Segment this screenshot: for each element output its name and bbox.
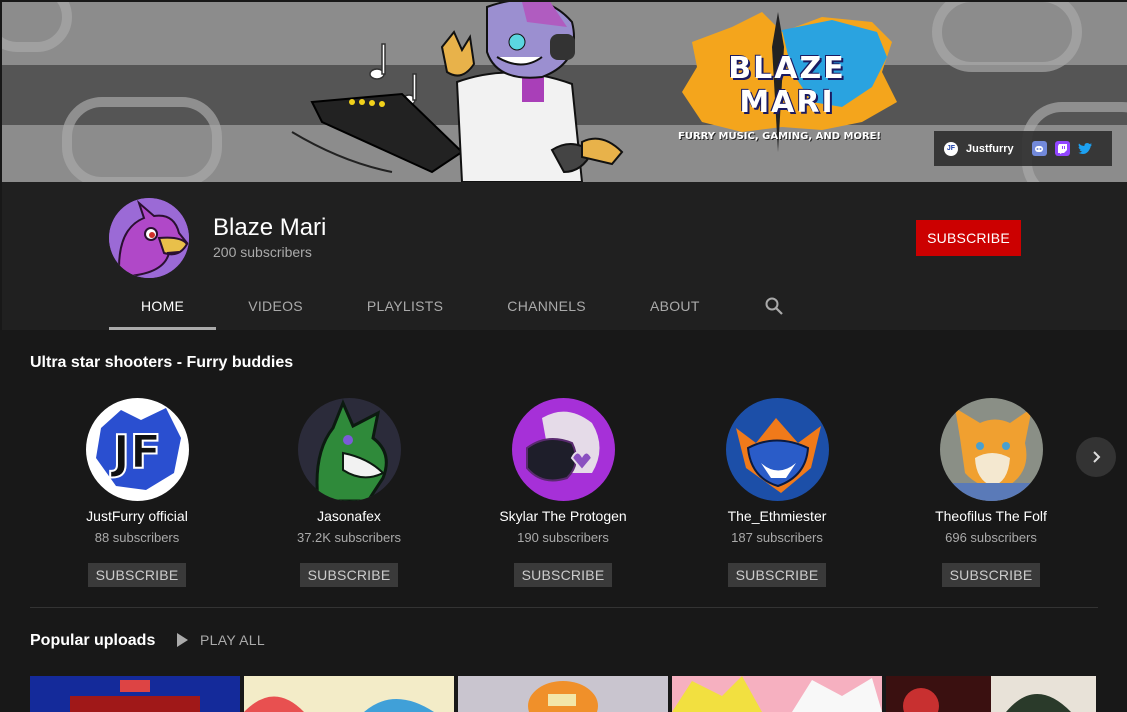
tab-playlists[interactable]: PLAYLISTS: [335, 282, 475, 330]
channel-card: Theofilus The Folf 696 subscribers SUBSC…: [884, 398, 1098, 587]
subscribe-button[interactable]: SUBSCRIBE: [87, 563, 187, 587]
subscribe-button[interactable]: SUBSCRIBE: [299, 563, 399, 587]
subscribe-button[interactable]: SUBSCRIBE: [941, 563, 1041, 587]
channel-subscriber-count: 88 subscribers: [94, 530, 180, 545]
channel-avatar-ethmiester[interactable]: [725, 398, 829, 501]
banner-decoration: [62, 97, 222, 182]
popular-uploads-title: Popular uploads: [30, 632, 156, 649]
play-all-label: PLAY ALL: [200, 632, 265, 648]
channel-card: Jasonafex 37.2K subscribers SUBSCRIBE: [242, 398, 456, 587]
channel-card: JF JustFurry official 88 subscribers SUB…: [30, 398, 244, 587]
play-all-button[interactable]: PLAY ALL: [176, 632, 265, 648]
channel-name: Blaze Mari: [213, 214, 327, 241]
shelf-title: Ultra star shooters - Furry buddies: [30, 354, 294, 371]
channel-subscriber-count: 37.2K subscribers: [296, 530, 402, 545]
channel-name[interactable]: Jasonafex: [242, 508, 456, 524]
link-justfurry[interactable]: Justfurry: [966, 143, 1014, 155]
channel-avatar-justfurry[interactable]: JF: [85, 398, 189, 501]
channel-avatar-skylar[interactable]: [511, 398, 615, 501]
channel-name[interactable]: Skylar The Protogen: [456, 508, 670, 524]
svg-text:JF: JF: [109, 425, 161, 479]
channel-avatar-jasonafex[interactable]: [297, 398, 401, 501]
logo-title: BLAZE MARI: [728, 51, 846, 120]
tab-home[interactable]: HOME: [109, 282, 217, 330]
discord-icon[interactable]: [1031, 141, 1047, 156]
video-thumbnail[interactable]: [886, 676, 1096, 712]
channel-name[interactable]: The_Ethmiester: [670, 508, 884, 524]
search-icon: [765, 297, 783, 315]
tab-videos[interactable]: VIDEOS: [216, 282, 335, 330]
logo-tagline: FURRY MUSIC, GAMING, AND MORE!: [678, 131, 882, 142]
subscribe-button[interactable]: SUBSCRIBE: [513, 563, 613, 587]
channel-subscriber-count: 190 subscribers: [517, 530, 609, 545]
mascot-illustration: [291, 2, 624, 182]
chevron-right-icon: [1093, 451, 1101, 463]
featured-channels: JF JustFurry official 88 subscribers SUB…: [30, 398, 1070, 588]
tab-about[interactable]: ABOUT: [618, 282, 732, 330]
banner-decoration: [932, 2, 1082, 72]
banner-links: JF Justfurry: [934, 131, 1112, 166]
twitter-icon[interactable]: [1078, 141, 1093, 156]
channel-tabs: HOME VIDEOS PLAYLISTS CHANNELS ABOUT: [109, 282, 798, 330]
channel-name[interactable]: JustFurry official: [30, 508, 244, 524]
video-thumbnail[interactable]: [672, 676, 882, 712]
video-thumbnail[interactable]: [458, 676, 668, 712]
channel-header: Blaze Mari 200 subscribers SUBSCRIBE HOM…: [2, 182, 1127, 330]
channel-avatar[interactable]: [109, 198, 189, 278]
channel-avatar-theofilus[interactable]: [939, 398, 1043, 501]
channel-name[interactable]: Theofilus The Folf: [884, 508, 1098, 524]
channel-card: Skylar The Protogen 190 subscribers SUBS…: [456, 398, 670, 587]
popular-uploads-row: [30, 676, 1096, 712]
tab-channels[interactable]: CHANNELS: [475, 282, 618, 330]
section-divider: [30, 607, 1098, 608]
channel-card: The_Ethmiester 187 subscribers SUBSCRIBE: [670, 398, 884, 587]
subscribe-button[interactable]: SUBSCRIBE: [916, 220, 1021, 256]
channel-subscriber-count: 187 subscribers: [731, 530, 823, 545]
channel-subscriber-count: 200 subscribers: [213, 244, 312, 260]
banner-decoration: [2, 2, 72, 52]
video-thumbnail[interactable]: [244, 676, 454, 712]
shelf-next-button[interactable]: [1076, 437, 1116, 477]
play-icon: [177, 633, 188, 647]
channel-search-button[interactable]: [750, 282, 798, 330]
video-thumbnail[interactable]: [30, 676, 240, 712]
twitch-icon[interactable]: [1054, 141, 1070, 156]
subscribe-button[interactable]: SUBSCRIBE: [727, 563, 827, 587]
channel-subscriber-count: 696 subscribers: [945, 530, 1037, 545]
justfurry-icon[interactable]: JF: [944, 141, 958, 156]
